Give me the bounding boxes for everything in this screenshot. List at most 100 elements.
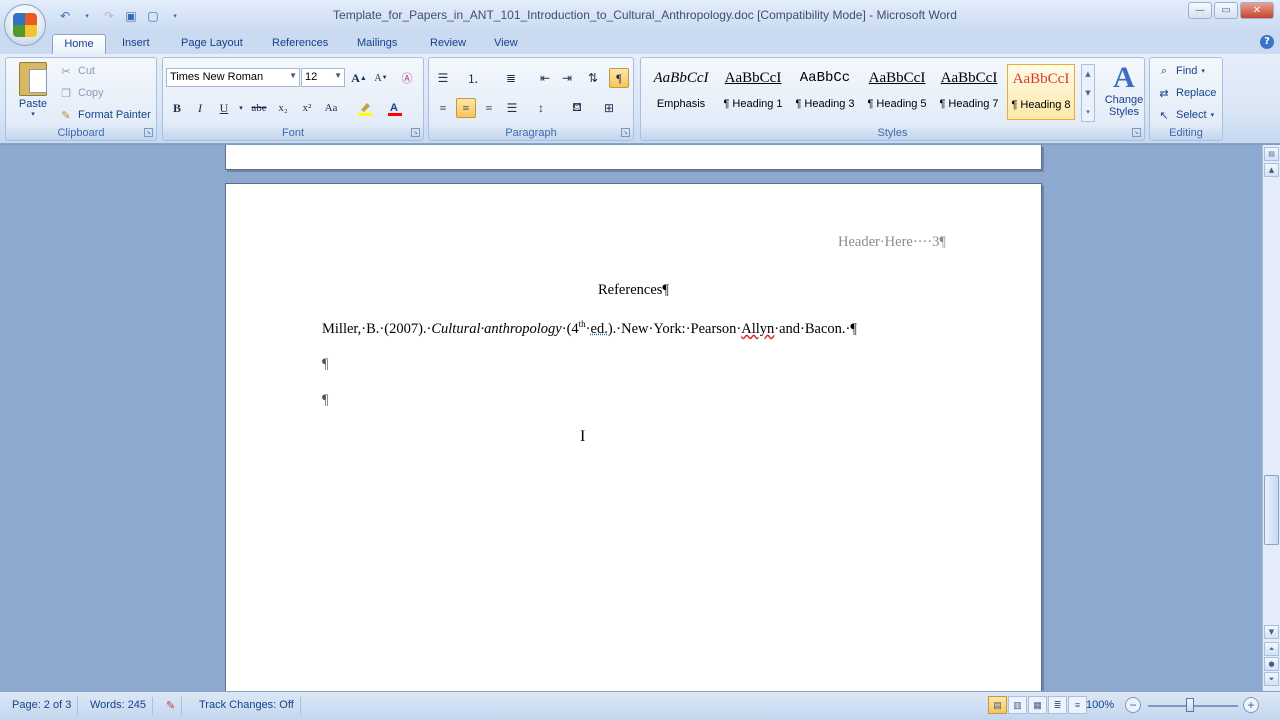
ribbon-tabs: Home Insert Page Layout References Maili…: [0, 32, 1280, 54]
justify-button[interactable]: ☰: [502, 98, 522, 118]
paste-button[interactable]: Paste ▾: [10, 62, 56, 122]
change-styles-button[interactable]: A Change Styles: [1101, 61, 1147, 119]
paragraph-dialog-launcher[interactable]: ↘: [621, 128, 630, 137]
clipboard-dialog-launcher[interactable]: ↘: [144, 128, 153, 137]
font-dialog-launcher[interactable]: ↘: [411, 128, 420, 137]
clipboard-icon: [19, 62, 47, 96]
gallery-down-icon[interactable]: ▼: [1082, 84, 1094, 103]
style-name: ¶ Heading 5: [867, 98, 927, 110]
citation-allyn: Allyn: [741, 320, 775, 337]
font-color-button[interactable]: A: [385, 98, 405, 118]
text-highlight-button[interactable]: [355, 98, 375, 118]
scissors-icon: ✂: [61, 65, 71, 78]
zoom-slider-thumb[interactable]: [1186, 698, 1194, 712]
change-case-button[interactable]: Aa: [321, 98, 341, 118]
tab-home[interactable]: Home: [52, 34, 106, 54]
tab-view[interactable]: View: [486, 34, 526, 54]
empty-paragraph-2[interactable]: ¶: [322, 392, 329, 409]
help-icon[interactable]: ?: [1260, 35, 1274, 49]
increase-indent-button[interactable]: ⇥: [557, 68, 577, 88]
replace-button[interactable]: ⇄ Replace: [1156, 84, 1216, 102]
numbering-button[interactable]: ⒈: [463, 68, 483, 88]
tab-insert[interactable]: Insert: [114, 34, 158, 54]
clear-formatting-button[interactable]: Ⓐ: [397, 68, 417, 88]
full-screen-reading-icon[interactable]: ▥: [1008, 696, 1027, 714]
paste-label: Paste: [18, 98, 48, 110]
select-button[interactable]: ↖ Select ▾: [1156, 106, 1214, 124]
italic-button[interactable]: I: [190, 98, 210, 118]
next-page-icon[interactable]: ⏷: [1264, 672, 1279, 686]
grow-font-button[interactable]: A ▲: [349, 68, 369, 88]
scroll-up-icon[interactable]: ▲: [1264, 163, 1279, 177]
shrink-font-button[interactable]: A ▼: [371, 68, 391, 88]
maximize-button[interactable]: ▭: [1214, 2, 1238, 19]
styles-dialog-launcher[interactable]: ↘: [1132, 128, 1141, 137]
line-spacing-button[interactable]: ↕: [531, 98, 551, 118]
close-button[interactable]: ✕: [1240, 2, 1274, 19]
document-area[interactable]: Header·Here····3¶ References¶ Miller,·B.…: [0, 145, 1262, 691]
tab-review[interactable]: Review: [422, 34, 474, 54]
web-layout-icon[interactable]: ▦: [1028, 696, 1047, 714]
decrease-indent-button[interactable]: ⇤: [535, 68, 555, 88]
outline-icon[interactable]: ≣: [1048, 696, 1067, 714]
empty-paragraph-1[interactable]: ¶: [322, 356, 329, 373]
styles-gallery-scroll[interactable]: ▲ ▼ ▾: [1081, 64, 1095, 122]
style-heading-5[interactable]: AaBbCcI ¶ Heading 5: [863, 64, 931, 120]
tab-page-layout[interactable]: Page Layout: [173, 34, 251, 54]
vertical-scrollbar[interactable]: ▤ ▲ ▼ ⏶ ● ⏷: [1262, 145, 1280, 691]
bullets-button[interactable]: ☰: [433, 68, 453, 88]
show-hide-marks-button[interactable]: ¶: [609, 68, 629, 88]
find-dropdown-icon: ▾: [1201, 68, 1205, 75]
borders-button[interactable]: ⊞: [599, 98, 619, 118]
style-heading-8[interactable]: AaBbCcI ¶ Heading 8: [1007, 64, 1075, 120]
font-size-combo[interactable]: 12 ▼: [301, 68, 345, 87]
track-changes-status[interactable]: Track Changes: Off: [193, 697, 301, 715]
gallery-up-icon[interactable]: ▲: [1082, 65, 1094, 84]
cut-button[interactable]: ✂ Cut: [58, 62, 95, 80]
scroll-down-icon[interactable]: ▼: [1264, 625, 1279, 639]
shading-button[interactable]: ⛾: [567, 98, 587, 118]
sort-button[interactable]: ⇅: [583, 68, 603, 88]
format-painter-button[interactable]: ✎ Format Painter: [58, 106, 150, 124]
gallery-more-icon[interactable]: ▾: [1082, 103, 1094, 122]
style-emphasis[interactable]: AaBbCcI Emphasis: [647, 64, 715, 120]
word-count[interactable]: Words: 245: [84, 697, 154, 715]
page-count[interactable]: Page: 2 of 3: [6, 697, 79, 715]
change-styles-icon: A: [1113, 61, 1135, 94]
superscript-button[interactable]: x²: [297, 98, 317, 118]
document-page[interactable]: Header·Here····3¶ References¶ Miller,·B.…: [225, 183, 1042, 691]
zoom-out-icon[interactable]: −: [1125, 697, 1141, 713]
strikethrough-button[interactable]: abe: [249, 98, 269, 118]
zoom-in-icon[interactable]: +: [1243, 697, 1259, 713]
font-name-combo[interactable]: Times New Roman ▼: [166, 68, 300, 87]
previous-page-icon[interactable]: ⏶: [1264, 642, 1279, 656]
office-button[interactable]: [4, 4, 46, 46]
style-heading-7[interactable]: AaBbCcI ¶ Heading 7: [935, 64, 1003, 120]
multilevel-list-button[interactable]: ≣: [501, 68, 521, 88]
citation-paragraph[interactable]: Miller,·B.·(2007).·Cultural·anthropology…: [322, 319, 857, 338]
find-button[interactable]: ⌕ Find ▾: [1156, 62, 1205, 80]
zoom-level[interactable]: 100%: [1086, 699, 1114, 711]
style-heading-3[interactable]: AaBbCc ¶ Heading 3: [791, 64, 859, 120]
select-browse-object-icon[interactable]: ●: [1264, 657, 1279, 671]
align-left-button[interactable]: ≡: [433, 98, 453, 118]
scroll-thumb[interactable]: [1264, 475, 1279, 545]
proofing-icon[interactable]: ✎: [160, 697, 183, 715]
underline-dropdown-icon[interactable]: ▾: [231, 98, 251, 118]
page-header[interactable]: Header·Here····3¶: [838, 234, 946, 251]
print-layout-icon[interactable]: ▤: [988, 696, 1007, 714]
tab-references[interactable]: References: [264, 34, 336, 54]
copy-button[interactable]: ❐ Copy: [58, 84, 104, 102]
style-sample: AaBbCcI: [653, 70, 709, 86]
ruler-toggle-icon[interactable]: ▤: [1264, 147, 1279, 161]
references-heading[interactable]: References¶: [598, 282, 669, 299]
align-right-button[interactable]: ≡: [479, 98, 499, 118]
subscript-button[interactable]: x₂: [273, 98, 293, 118]
style-heading-1[interactable]: AaBbCcI ¶ Heading 1: [719, 64, 787, 120]
align-center-button[interactable]: ≡: [456, 98, 476, 118]
draft-icon[interactable]: ≡: [1068, 696, 1087, 714]
bold-button[interactable]: B: [167, 98, 187, 118]
window-controls: — ▭ ✕: [1188, 2, 1274, 19]
minimize-button[interactable]: —: [1188, 2, 1212, 19]
tab-mailings[interactable]: Mailings: [349, 34, 405, 54]
